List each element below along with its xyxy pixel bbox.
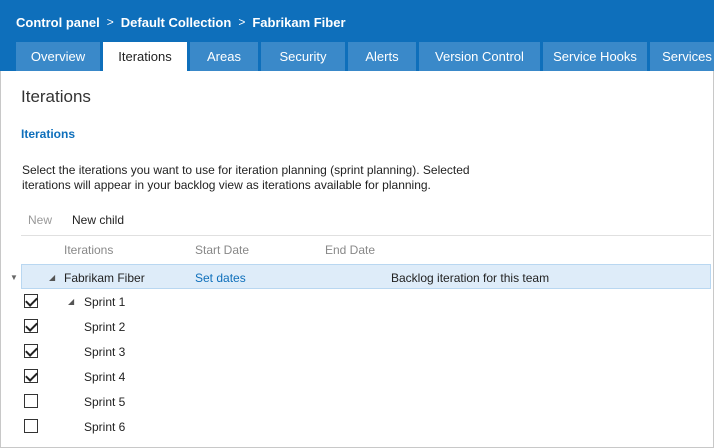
iteration-name: Sprint 5: [84, 395, 126, 409]
backlog-iteration-note: Backlog iteration for this team: [391, 271, 550, 285]
breadcrumb-fabrikam-fiber[interactable]: Fabrikam Fiber: [252, 15, 345, 30]
collapse-triangle-icon[interactable]: ◢: [68, 297, 74, 306]
new-button[interactable]: New: [28, 213, 52, 227]
tab-areas[interactable]: Areas: [190, 42, 258, 71]
new-child-button[interactable]: New child: [72, 213, 124, 227]
set-dates-link[interactable]: Set dates: [195, 271, 246, 285]
breadcrumb-separator: >: [106, 15, 114, 29]
iteration-row-sprint-2[interactable]: Sprint 2: [21, 314, 711, 339]
iteration-row-sprint-6[interactable]: Sprint 6: [21, 414, 711, 439]
column-header-start-date: Start Date: [195, 243, 250, 257]
tab-alerts[interactable]: Alerts: [348, 42, 416, 71]
iteration-row-sprint-3[interactable]: Sprint 3: [21, 339, 711, 364]
tab-version-control[interactable]: Version Control: [419, 42, 540, 71]
tab-overview[interactable]: Overview: [16, 42, 100, 71]
page-title: Iterations: [21, 87, 91, 106]
iteration-name: Sprint 2: [84, 320, 126, 334]
iteration-row-root[interactable]: ◢ Fabrikam Fiber Set dates Backlog itera…: [21, 264, 711, 289]
iteration-row-sprint-1[interactable]: ◢ Sprint 1: [21, 289, 711, 314]
iteration-row-sprint-4[interactable]: Sprint 4: [21, 364, 711, 389]
iteration-row-sprint-5[interactable]: Sprint 5: [21, 389, 711, 414]
iteration-name: Sprint 1: [84, 295, 126, 309]
iteration-name: Fabrikam Fiber: [64, 271, 145, 285]
toolbar: New New child: [21, 204, 711, 236]
breadcrumb: Control panel > Default Collection > Fab…: [16, 14, 346, 30]
tab-iterations[interactable]: Iterations: [103, 42, 187, 71]
column-header-iterations: Iterations: [64, 243, 114, 257]
breadcrumb-control-panel[interactable]: Control panel: [16, 15, 100, 30]
tab-service-hooks[interactable]: Service Hooks: [543, 42, 647, 71]
breadcrumb-default-collection[interactable]: Default Collection: [121, 15, 232, 30]
top-bar: Control panel > Default Collection > Fab…: [0, 0, 714, 71]
iteration-name: Sprint 3: [84, 345, 126, 359]
section-title: Iterations: [21, 127, 76, 141]
tab-security[interactable]: Security: [261, 42, 345, 71]
collapse-triangle-icon[interactable]: ◢: [49, 273, 55, 282]
iteration-name: Sprint 6: [84, 420, 126, 434]
chevron-down-icon[interactable]: ▼: [10, 273, 18, 282]
breadcrumb-separator: >: [238, 15, 246, 29]
description-text: Select the iterations you want to use fo…: [22, 163, 470, 192]
tab-bar: Overview Iterations Areas Security Alert…: [16, 42, 714, 71]
iteration-name: Sprint 4: [84, 370, 126, 384]
tab-services[interactable]: Services: [650, 42, 714, 71]
column-header-end-date: End Date: [325, 243, 376, 257]
